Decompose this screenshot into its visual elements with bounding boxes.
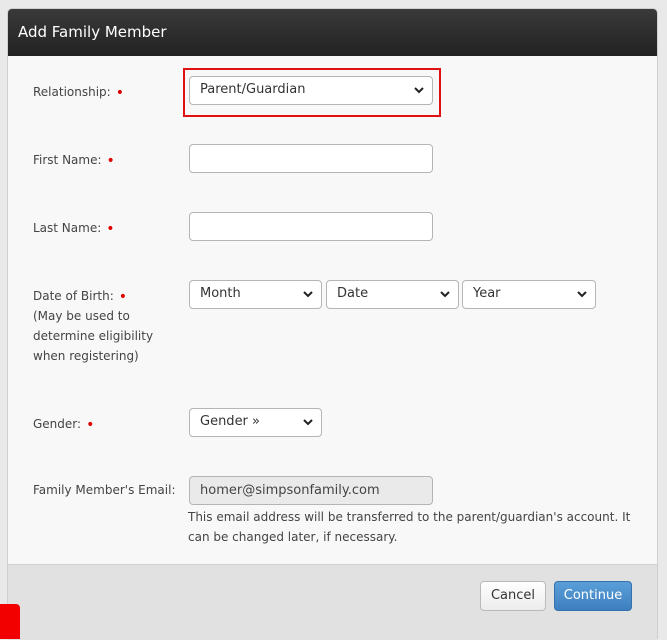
- dob-day-select[interactable]: Date: [326, 280, 459, 309]
- first-name-label: First Name: •: [33, 153, 115, 169]
- required-marker: •: [118, 289, 127, 305]
- dob-year-select[interactable]: Year: [462, 280, 596, 309]
- required-marker: •: [106, 153, 115, 169]
- gender-select[interactable]: Gender »: [189, 408, 322, 437]
- chevron-down-icon: [414, 87, 424, 94]
- gender-label: Gender: •: [33, 417, 95, 433]
- required-marker: •: [86, 417, 95, 433]
- required-marker: •: [106, 221, 115, 237]
- last-name-label: Last Name: •: [33, 221, 115, 237]
- email-input[interactable]: homer@simpsonfamily.com: [189, 476, 433, 505]
- last-name-input[interactable]: [189, 212, 433, 241]
- email-label: Family Member's Email:: [33, 483, 176, 497]
- dob-note: (May be used to determine eligibility wh…: [33, 309, 154, 363]
- relationship-label: Relationship: •: [33, 85, 124, 101]
- chevron-down-icon: [440, 291, 450, 298]
- relationship-select[interactable]: Parent/Guardian: [189, 76, 433, 105]
- first-name-input[interactable]: [189, 144, 433, 173]
- required-marker: •: [115, 85, 124, 101]
- email-transfer-note: This email address will be transferred t…: [188, 510, 631, 544]
- continue-button[interactable]: Continue: [554, 581, 632, 611]
- chevron-down-icon: [303, 291, 313, 298]
- chevron-down-icon: [303, 419, 313, 426]
- dob-label: Date of Birth: •: [33, 289, 127, 305]
- dialog-footer: Cancel Continue: [8, 564, 657, 640]
- chevron-down-icon: [577, 291, 587, 298]
- cancel-button[interactable]: Cancel: [480, 581, 546, 611]
- feedback-tab[interactable]: [0, 604, 20, 639]
- dob-month-select[interactable]: Month: [189, 280, 322, 309]
- add-family-member-dialog: Add Family Member Relationship: • Parent/…: [7, 8, 658, 640]
- dialog-title: Add Family Member: [8, 9, 657, 56]
